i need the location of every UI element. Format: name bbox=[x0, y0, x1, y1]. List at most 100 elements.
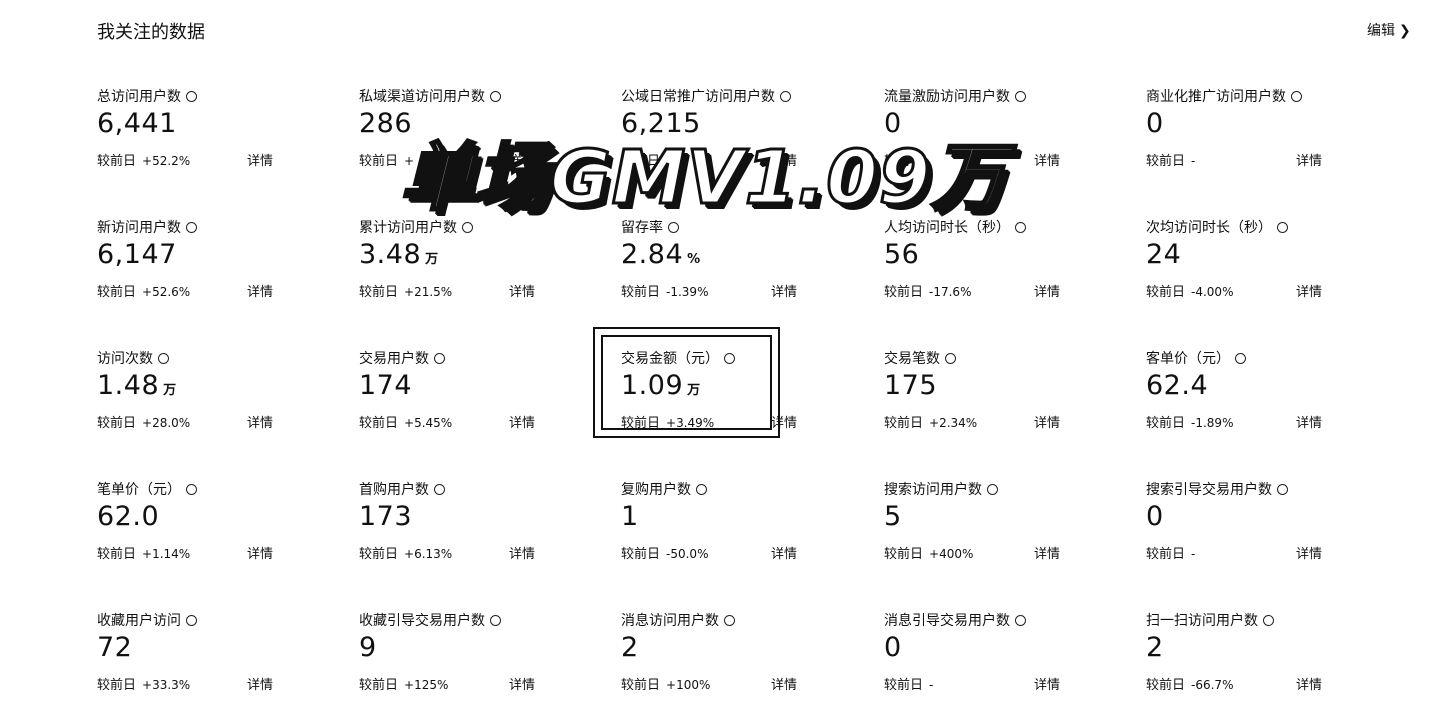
metric-label-text: 交易用户数 bbox=[359, 351, 429, 367]
detail-link[interactable]: 详情 bbox=[1034, 281, 1060, 300]
detail-link[interactable]: 详情 bbox=[247, 412, 273, 431]
metric-value-row: 62.0 bbox=[97, 501, 159, 532]
info-icon[interactable] bbox=[1015, 614, 1026, 626]
metric-card: 收藏用户访问 72 较前日 +33.3% 详情 bbox=[97, 610, 337, 700]
compare-label: 较前日 bbox=[621, 285, 661, 300]
metric-value-row: 1.48 万 bbox=[97, 370, 176, 401]
metric-value-row: 56 bbox=[884, 239, 919, 270]
metric-value: 2 bbox=[621, 632, 639, 663]
metric-label-text: 访问次数 bbox=[97, 351, 153, 367]
detail-link[interactable]: 详情 bbox=[1296, 412, 1322, 431]
metric-card: 累计访问用户数 3.48 万较前日 +21.5% 详情 bbox=[359, 217, 599, 307]
compare-change: +52.2% bbox=[142, 154, 191, 168]
compare-label: 较前日 bbox=[359, 416, 399, 431]
detail-link[interactable]: 详情 bbox=[771, 674, 797, 693]
info-icon[interactable] bbox=[490, 614, 501, 626]
compare-row: 较前日 +21.5% bbox=[359, 281, 452, 300]
metric-label-text: 消息引导交易用户数 bbox=[884, 613, 1010, 629]
info-icon[interactable] bbox=[186, 614, 197, 626]
detail-link[interactable]: 详情 bbox=[771, 543, 797, 562]
edit-button[interactable]: 编辑 ❯ bbox=[1367, 20, 1411, 40]
metric-value-row: 6,441 bbox=[97, 108, 177, 139]
metric-value: 1 bbox=[621, 501, 639, 532]
info-icon[interactable] bbox=[780, 90, 791, 102]
detail-link[interactable]: 详情 bbox=[509, 281, 535, 300]
metric-value: 56 bbox=[884, 239, 920, 270]
metric-value-row: 0 bbox=[1146, 108, 1164, 139]
compare-label: 较前日 bbox=[884, 547, 924, 562]
metric-label-text: 复购用户数 bbox=[621, 482, 691, 498]
metric-card: 客单价（元） 62.4 较前日 -1.89% 详情 bbox=[1146, 348, 1386, 438]
detail-link[interactable]: 详情 bbox=[509, 412, 535, 431]
metric-card: 消息访问用户数 2 较前日 +100% 详情 bbox=[621, 610, 861, 700]
metric-card: 留存率 2.84% 较前日 -1.39% 详情 bbox=[621, 217, 861, 307]
metric-card: 商业化推广访问用户数 0 较前日 - 详情 bbox=[1146, 86, 1386, 176]
compare-row: 较前日 -50.0% bbox=[621, 543, 708, 562]
info-icon[interactable] bbox=[490, 90, 501, 102]
detail-link[interactable]: 详情 bbox=[1034, 674, 1060, 693]
detail-link[interactable]: 详情 bbox=[1296, 150, 1322, 169]
compare-row: 较前日 +400% bbox=[884, 543, 973, 562]
metric-label: 新访问用户数 bbox=[97, 217, 197, 237]
compare-row: 较前日 -1.39% bbox=[621, 281, 708, 300]
compare-row: 较前日 +100% bbox=[621, 674, 710, 693]
info-icon[interactable] bbox=[434, 352, 445, 364]
detail-link[interactable]: 详情 bbox=[1296, 543, 1322, 562]
compare-label: 较前日 bbox=[884, 285, 924, 300]
detail-link[interactable]: 详情 bbox=[1034, 412, 1060, 431]
detail-link[interactable]: 详情 bbox=[509, 543, 535, 562]
info-icon[interactable] bbox=[158, 352, 169, 364]
metric-label: 交易笔数 bbox=[884, 348, 956, 368]
detail-link[interactable]: 详情 bbox=[1034, 150, 1060, 169]
info-icon[interactable] bbox=[1015, 90, 1026, 102]
detail-link[interactable]: 详情 bbox=[509, 674, 535, 693]
metric-label: 交易用户数 bbox=[359, 348, 445, 368]
metric-label-text: 搜索访问用户数 bbox=[884, 482, 982, 498]
metric-unit: % bbox=[687, 252, 701, 267]
metric-card: 首购用户数 173 较前日 +6.13% 详情 bbox=[359, 479, 599, 569]
metric-label: 访问次数 bbox=[97, 348, 169, 368]
metric-label: 公域日常推广访问用户数 bbox=[621, 86, 791, 106]
compare-change: +400% bbox=[929, 547, 974, 561]
compare-change: +33.3% bbox=[142, 678, 191, 692]
metric-value-row: 62.4 bbox=[1146, 370, 1208, 401]
metric-card: 交易用户数 174 较前日 +5.45% 详情 bbox=[359, 348, 599, 438]
info-icon[interactable] bbox=[1263, 614, 1274, 626]
info-icon[interactable] bbox=[724, 614, 735, 626]
info-icon[interactable] bbox=[1277, 483, 1288, 495]
info-icon[interactable] bbox=[1015, 221, 1026, 233]
detail-link[interactable]: 详情 bbox=[771, 281, 797, 300]
detail-link[interactable]: 详情 bbox=[1296, 674, 1322, 693]
detail-link[interactable]: 详情 bbox=[247, 150, 273, 169]
info-icon[interactable] bbox=[1291, 90, 1302, 102]
info-icon[interactable] bbox=[186, 90, 197, 102]
info-icon[interactable] bbox=[1235, 352, 1246, 364]
compare-label: 较前日 bbox=[621, 547, 661, 562]
detail-link[interactable]: 详情 bbox=[1296, 281, 1322, 300]
info-icon[interactable] bbox=[1277, 221, 1288, 233]
compare-label: 较前日 bbox=[359, 154, 399, 169]
info-icon[interactable] bbox=[945, 352, 956, 364]
compare-row: 较前日 +2.34% bbox=[884, 412, 977, 431]
compare-change: - bbox=[929, 678, 934, 692]
info-icon[interactable] bbox=[434, 483, 445, 495]
detail-link[interactable]: 详情 bbox=[247, 674, 273, 693]
info-icon[interactable] bbox=[696, 483, 707, 495]
detail-link[interactable]: 详情 bbox=[1034, 543, 1060, 562]
page-title: 我关注的数据 bbox=[97, 22, 205, 43]
compare-label: 较前日 bbox=[97, 154, 137, 169]
metric-value: 174 bbox=[359, 370, 413, 401]
detail-link[interactable]: 详情 bbox=[247, 281, 273, 300]
info-icon[interactable] bbox=[987, 483, 998, 495]
compare-change: - bbox=[1191, 547, 1196, 561]
detail-link[interactable]: 详情 bbox=[247, 543, 273, 562]
metric-value-row: 2 bbox=[621, 632, 639, 663]
info-icon[interactable] bbox=[186, 483, 197, 495]
compare-label: 较前日 bbox=[1146, 416, 1186, 431]
compare-row: 较前日 -66.7% bbox=[1146, 674, 1233, 693]
compare-row: 较前日 - bbox=[1146, 150, 1195, 169]
metric-label-text: 总访问用户数 bbox=[97, 89, 181, 105]
info-icon[interactable] bbox=[186, 221, 197, 233]
compare-change: -50.0% bbox=[666, 547, 709, 561]
metric-value-row: 2.84% bbox=[621, 239, 700, 270]
